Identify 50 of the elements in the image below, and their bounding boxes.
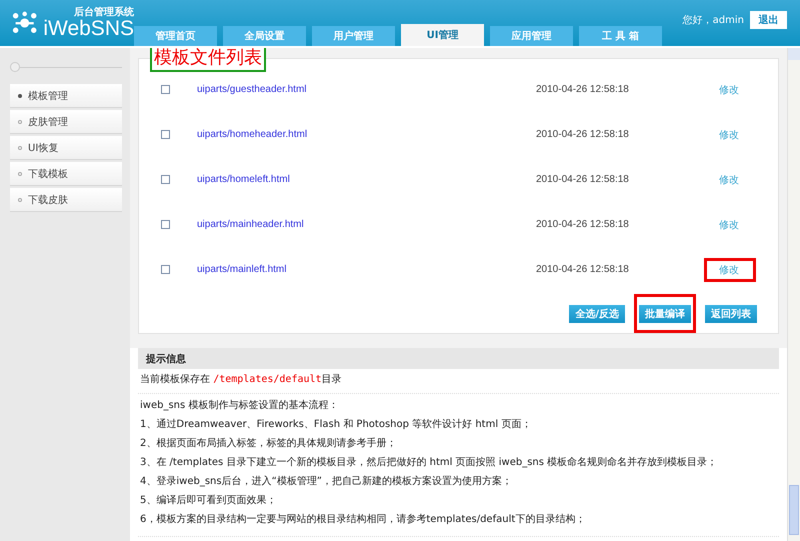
path-text: 当前模板保存在 /templates/default 目录 xyxy=(138,369,779,394)
tip-line: 4、登录iweb_sns后台，进入“模板管理”，把自己新建的模板方案设置为使用方案； xyxy=(140,476,513,488)
modified-time: 2010-04-26 12:58:18 xyxy=(536,174,630,185)
modified-time: 2010-04-26 12:58:18 xyxy=(536,264,630,275)
annotation-label: 模板文件列表 xyxy=(150,48,266,72)
logo-icon xyxy=(12,10,38,36)
action-button[interactable]: 返回列表 xyxy=(705,305,757,323)
edit-link[interactable]: 修改 xyxy=(704,78,756,102)
file-link[interactable]: uiparts/mainheader.html xyxy=(197,219,536,230)
edit-link[interactable]: 修改 xyxy=(704,212,756,236)
row-checkbox[interactable] xyxy=(161,85,170,94)
row-checkbox[interactable] xyxy=(161,220,170,229)
tips-header: 提示信息 xyxy=(138,348,779,369)
logout-button[interactable]: 退出 xyxy=(750,11,787,29)
sidebar-item[interactable]: UI恢复 xyxy=(10,136,122,160)
nav-tab[interactable]: 用户管理 xyxy=(312,26,395,46)
row-checkbox[interactable] xyxy=(161,130,170,139)
sidebar-item[interactable]: 下载模板 xyxy=(10,162,122,186)
tip-line: 3、在 /templates 目录下建立一个新的模板目录，然后把做好的 html 页面按照 iweb_sns 模板命名规则命名并存放到模板目录； xyxy=(140,457,718,469)
logo-text: iWebSNS xyxy=(43,18,134,39)
row-checkbox[interactable] xyxy=(161,265,170,274)
nav-tab[interactable]: UI管理 xyxy=(401,24,484,46)
action-button[interactable]: 批量编译 xyxy=(639,305,691,323)
file-link[interactable]: uiparts/guestheader.html xyxy=(197,84,536,95)
row-checkbox[interactable] xyxy=(161,175,170,184)
action-button[interactable]: 全选/反选 xyxy=(569,305,625,323)
file-link[interactable]: uiparts/homeleft.html xyxy=(197,174,536,185)
nav-tab[interactable]: 管理首页 xyxy=(134,26,217,46)
greeting-text: 您好，admin xyxy=(682,14,744,27)
nav-tab[interactable]: 工 具 箱 xyxy=(579,26,662,46)
modified-time: 2010-04-26 12:58:18 xyxy=(536,129,630,140)
tip-line: 6，模板方案的目录结构一定要与网站的根目录结构相同，请参考templates/default下的目录结构； xyxy=(140,514,586,526)
modified-time: 2010-04-26 12:58:18 xyxy=(536,219,630,230)
edit-link[interactable]: 修改 xyxy=(704,168,756,192)
tip-line: 5、编译后即可看到页面效果； xyxy=(140,495,278,507)
file-link[interactable]: uiparts/mainleft.html xyxy=(197,264,536,275)
modified-time: 2010-04-26 12:58:18 xyxy=(536,84,630,95)
file-link[interactable]: uiparts/homeheader.html xyxy=(197,129,536,140)
nav-tab[interactable]: 应用管理 xyxy=(490,26,573,46)
edit-link[interactable]: 修改 xyxy=(704,122,756,146)
tip-line: 2、根据页面布局插入标签，标签的具体规则请参考手册； xyxy=(140,438,398,450)
sidebar-item[interactable]: 皮肤管理 xyxy=(10,110,122,134)
nav-tab[interactable]: 全局设置 xyxy=(223,26,306,46)
logo-subtitle: 后台管理系统 xyxy=(74,7,134,18)
tip-line: iweb_sns 模板制作与标签设置的基本流程： xyxy=(140,400,340,412)
sidebar-item[interactable]: 模板管理 xyxy=(10,84,122,108)
scrollbar-thumb[interactable] xyxy=(789,485,799,535)
sidebar-item[interactable]: 下载皮肤 xyxy=(10,188,122,212)
edit-link[interactable]: 修改 xyxy=(704,258,756,282)
tip-line: 1、通过Dreamweaver、Fireworks、Flash 和 Photoshop 等软件设计好 html 页面； xyxy=(140,419,532,431)
